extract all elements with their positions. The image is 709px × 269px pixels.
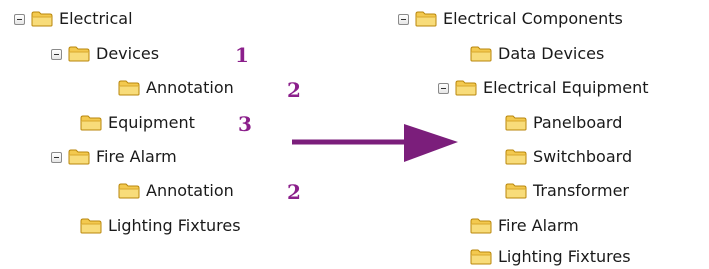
tree-item-label: Fire Alarm [498, 216, 579, 235]
tree-item-label: Lighting Fixtures [498, 247, 631, 266]
tree-item-fire-alarm[interactable]: Fire Alarm [470, 214, 579, 238]
folder-icon [455, 80, 477, 96]
tree-item-electrical-equipment[interactable]: Electrical Equipment [438, 76, 648, 100]
folder-icon [470, 218, 492, 234]
tree-item-panelboard[interactable]: Panelboard [505, 111, 622, 135]
right-tree: Electrical Components Data Devices Elect… [0, 0, 709, 269]
tree-item-transformer[interactable]: Transformer [505, 179, 629, 203]
tree-item-lighting-fixtures[interactable]: Lighting Fixtures [470, 245, 631, 269]
collapse-toggle-icon[interactable] [438, 82, 449, 94]
collapse-toggle-icon[interactable] [398, 13, 409, 25]
folder-icon [505, 115, 527, 131]
tree-item-label: Electrical Components [443, 9, 623, 28]
folder-icon [470, 46, 492, 62]
tree-item-label: Electrical Equipment [483, 78, 649, 97]
tree-item-electrical-components[interactable]: Electrical Components [398, 7, 623, 31]
tree-item-label: Panelboard [533, 113, 623, 132]
folder-icon [505, 149, 527, 165]
folder-icon [470, 249, 492, 265]
folder-icon [505, 183, 527, 199]
tree-item-data-devices[interactable]: Data Devices [470, 42, 604, 66]
tree-item-label: Switchboard [533, 147, 633, 166]
tree-item-label: Transformer [533, 181, 630, 200]
folder-icon [415, 11, 437, 27]
tree-item-label: Data Devices [498, 44, 605, 63]
tree-item-switchboard[interactable]: Switchboard [505, 145, 632, 169]
